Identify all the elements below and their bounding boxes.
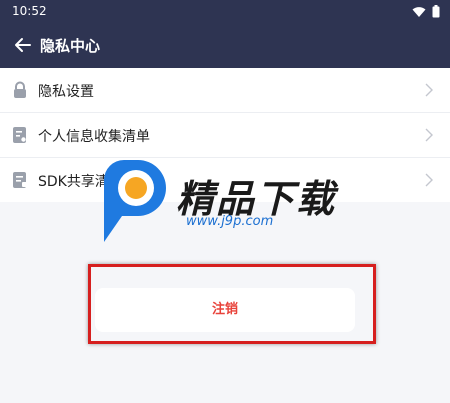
back-arrow-icon[interactable] (12, 34, 34, 56)
chevron-right-icon (425, 128, 433, 142)
status-time: 10:52 (12, 4, 47, 18)
app-bar: 隐私中心 (0, 22, 450, 68)
chevron-right-icon (425, 173, 433, 187)
list-icon (13, 172, 27, 188)
menu-item-personal-info-list[interactable]: 个人信息收集清单 (0, 113, 450, 158)
deregister-button-label: 注销 (211, 302, 238, 317)
menu-item-label: 隐私设置 (38, 84, 94, 100)
status-icons (412, 5, 440, 18)
battery-icon (432, 5, 440, 18)
watermark-url: www.j9p.com (186, 214, 274, 229)
wifi-icon (412, 6, 426, 17)
status-bar: 10:52 (0, 0, 450, 22)
chevron-right-icon (425, 83, 433, 97)
document-icon (13, 127, 26, 143)
page-title: 隐私中心 (40, 37, 101, 55)
menu-item-privacy-settings[interactable]: 隐私设置 (0, 68, 450, 113)
deregister-button[interactable]: 注销 (95, 288, 355, 332)
menu-item-label: 个人信息收集清单 (38, 129, 150, 145)
lock-icon (14, 81, 26, 98)
watermark-logo-icon (104, 160, 166, 242)
